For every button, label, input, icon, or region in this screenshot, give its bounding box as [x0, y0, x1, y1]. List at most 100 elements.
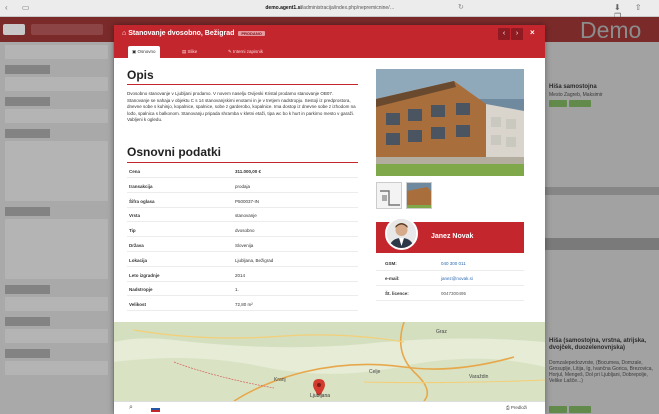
detail-row: Velikost 72,80 m²: [127, 300, 358, 312]
contact-label: Št. licence:: [385, 291, 409, 296]
status-badge: PRODANO: [238, 30, 265, 36]
filter-heading: [5, 65, 50, 74]
listing-toolbar[interactable]: [545, 238, 659, 250]
modal-tabs: ▣ Osnovno ▤ Slike ✎ Interni zapisnik: [114, 43, 545, 58]
property-title: Stanovanje dvosobno, Bežigrad: [128, 30, 235, 37]
filter-field[interactable]: [5, 219, 108, 279]
contact-value: 0047300495: [441, 291, 467, 296]
detail-label: Leto izgradnje: [129, 272, 160, 278]
brand-logo: Demo: [580, 17, 642, 43]
detail-row: Šifra oglasa P500037-IN: [127, 197, 358, 208]
detail-label: Velikost: [129, 302, 147, 308]
reload-icon[interactable]: ↻: [458, 3, 464, 11]
contact-label: e-mail:: [385, 276, 400, 281]
location-map[interactable]: Graz Celje Varaždin Ljubljana Kranj: [114, 322, 545, 401]
url-domain: demo.agent1.si: [265, 5, 302, 11]
app-selector[interactable]: [31, 24, 103, 35]
status-badge: [569, 406, 591, 413]
map-label: Varaždin: [469, 374, 489, 380]
map-label: Ljubljana: [310, 393, 331, 399]
search-icon[interactable]: ⌕: [129, 404, 133, 412]
listing-location: Domzalepedozvrste, (Bocumea, Domzale, Gr…: [549, 360, 653, 384]
tab-label: Osnovno: [137, 49, 156, 54]
listing-title[interactable]: Hiša (samostojna, vrstna, atrijska, dvoj…: [549, 338, 655, 352]
filter-field[interactable]: [5, 77, 108, 91]
browser-nav-icons[interactable]: ‹ ▭: [5, 3, 35, 12]
detail-value: 311.000,00 €: [235, 169, 262, 174]
detail-label: transakcija: [129, 183, 153, 189]
flag-icon: [151, 406, 160, 412]
filter-field[interactable]: [5, 329, 108, 343]
filter-sidebar: [0, 42, 113, 414]
filter-heading: [5, 207, 50, 216]
filter-field[interactable]: [5, 141, 108, 201]
detail-value: stanovanje: [235, 213, 257, 219]
tab-label: Slike: [187, 49, 198, 54]
browser-toolbar: ‹ ▭ demo.agent1.si/administracija/index.…: [0, 0, 659, 21]
detail-label: Država: [129, 243, 144, 248]
modal-header: ⌂ Stanovanje dvosobno, Bežigrad PRODANO ‹…: [114, 25, 545, 43]
photo-thumbnail[interactable]: [376, 182, 402, 209]
filter-heading: [5, 349, 50, 358]
photo-thumbnail[interactable]: [406, 182, 432, 209]
detail-row: transakcija prodaja: [127, 182, 358, 193]
listing-toolbar[interactable]: [545, 187, 659, 195]
detail-label: Cena: [129, 169, 141, 174]
detail-row: Cena 311.000,00 €: [127, 167, 358, 178]
detail-row: Tip dvosobno: [127, 226, 358, 238]
filter-heading: [5, 317, 50, 326]
agent-avatar: [385, 217, 418, 250]
detail-value: Ljubljana, Bežigrad: [235, 257, 274, 263]
filter-field[interactable]: [5, 297, 108, 311]
filter-heading: [5, 97, 50, 106]
contact-row: GSM: 040 300 011: [376, 258, 524, 271]
detail-label: Lokacija: [129, 257, 148, 263]
section-heading-osnovni: Osnovni podatki: [127, 145, 222, 159]
contact-value[interactable]: janez@novak.si: [441, 276, 473, 281]
status-badge: [569, 100, 591, 107]
section-divider: [127, 162, 358, 163]
agent-name: Janez Novak: [431, 233, 474, 240]
filter-heading: [5, 285, 50, 294]
detail-row: Leto izgradnje 2014: [127, 271, 358, 282]
contact-row: Št. licence: 0047300495: [376, 288, 524, 301]
tab-interni-zapisnik[interactable]: ✎ Interni zapisnik: [224, 46, 267, 58]
contact-value[interactable]: 040 300 011: [441, 261, 466, 266]
agent-card: Janez Novak: [376, 217, 524, 253]
detail-value: P500037-IN: [235, 198, 260, 204]
detail-row: Nadstropje 1.: [127, 285, 358, 297]
detail-row: Država Slovenija: [127, 241, 358, 252]
filter-field[interactable]: [5, 45, 108, 59]
url-path: /administracija/index.php/nepremicnine/…: [301, 5, 395, 11]
detail-value: 2014: [235, 272, 246, 278]
property-photo[interactable]: [376, 69, 524, 176]
app-menu-button[interactable]: [3, 24, 25, 35]
tab-slike[interactable]: ▤ Slike: [178, 46, 201, 58]
modal-title: ⌂ Stanovanje dvosobno, Bežigrad PRODANO: [122, 30, 265, 37]
detail-row: Vrsta stanovanje: [127, 211, 358, 223]
close-button[interactable]: ×: [530, 28, 535, 37]
print-label: Predloži: [510, 405, 528, 410]
listing-title[interactable]: Hiša samostojna: [549, 84, 597, 90]
property-description: Dvosobno stanovanje v Ljubljani prodamo.…: [127, 91, 356, 122]
status-badge: [549, 406, 567, 413]
filter-field[interactable]: [5, 109, 108, 123]
next-button[interactable]: ›: [511, 28, 523, 40]
prev-button[interactable]: ‹: [498, 28, 510, 40]
detail-row: Lokacija Ljubljana, Bežigrad: [127, 256, 358, 267]
filter-field[interactable]: [5, 361, 108, 375]
property-detail-modal: ⌂ Stanovanje dvosobno, Bežigrad PRODANO ‹…: [114, 25, 545, 414]
detail-value: dvosobno: [235, 228, 255, 234]
address-bar[interactable]: demo.agent1.si/administracija/index.php/…: [205, 3, 455, 14]
section-heading-opis: Opis: [127, 68, 154, 82]
print-button[interactable]: ⎙ Predloži: [506, 405, 527, 410]
detail-value: Slovenija: [235, 243, 254, 248]
map-label: Kranj: [274, 377, 286, 383]
listing-sidebar: Hiša samostojna Mesto Zagreb, Maksimir H…: [545, 42, 659, 414]
detail-value: 72,80 m²: [235, 302, 253, 308]
tab-osnovno[interactable]: ▣ Osnovno: [128, 46, 160, 58]
tab-label: Interni zapisnik: [233, 49, 264, 54]
detail-label: Tip: [129, 228, 136, 234]
detail-value: 1.: [235, 287, 239, 293]
contact-row: e-mail: janez@novak.si: [376, 273, 524, 286]
